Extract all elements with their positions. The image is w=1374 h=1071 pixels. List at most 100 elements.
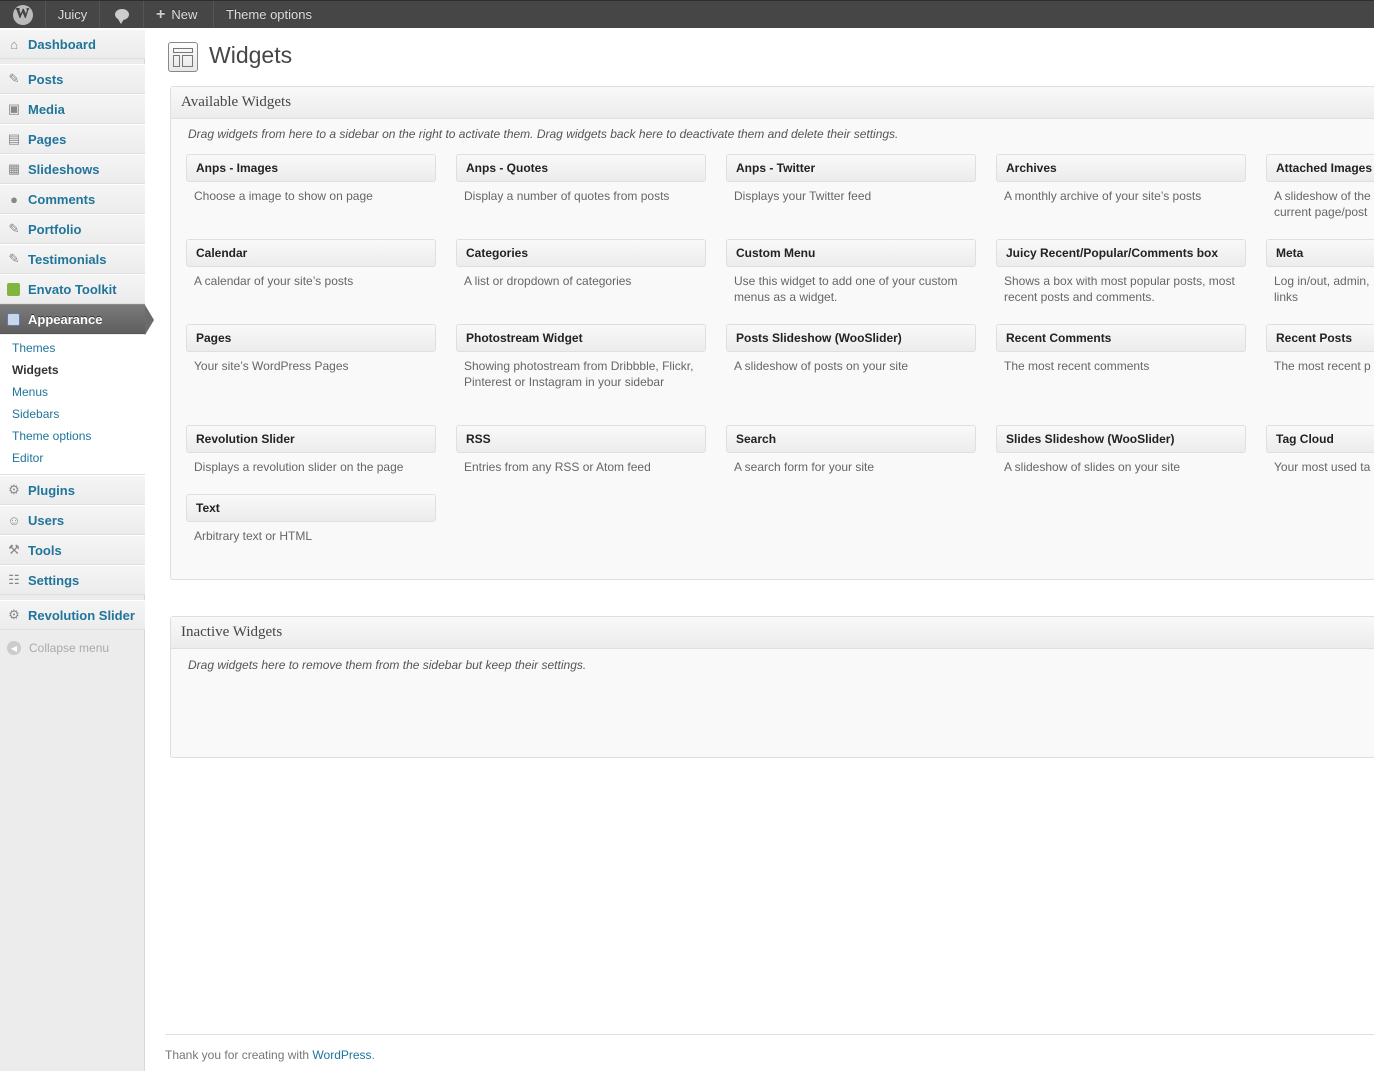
sidebar-item-dashboard[interactable]: ⌂ Dashboard: [0, 29, 145, 59]
inactive-widgets-panel[interactable]: Inactive Widgets Drag widgets here to re…: [170, 616, 1374, 758]
comments-icon: ●: [10, 191, 18, 207]
theme-options-link[interactable]: Theme options: [214, 1, 326, 28]
new-content-button[interactable]: + New: [144, 1, 214, 28]
widget-revolution-slider[interactable]: Revolution Slider Displays a revolution …: [186, 425, 436, 475]
widget-rss[interactable]: RSS Entries from any RSS or Atom feed: [456, 425, 706, 475]
wordpress-link[interactable]: WordPress: [312, 1048, 371, 1062]
widget-title: Tag Cloud: [1276, 432, 1334, 446]
submenu-item-themes[interactable]: Themes: [12, 341, 55, 355]
sidebar-item-comments[interactable]: ● Comments: [0, 184, 145, 214]
users-icon: ☺: [7, 512, 21, 528]
sidebar-item-label: Comments: [28, 191, 96, 207]
sidebar-item-appearance[interactable]: Appearance: [0, 304, 154, 335]
widget-slides-slideshow[interactable]: Slides Slideshow (WooSlider) A slideshow…: [996, 425, 1246, 475]
sidebar-item-label: Envato Toolkit: [28, 281, 117, 297]
sidebar-item-label: Slideshows: [28, 161, 100, 177]
widget-recent-posts[interactable]: Recent Posts The most recent p: [1266, 324, 1374, 374]
widget-description: Your site’s WordPress Pages: [194, 359, 349, 373]
sidebar-item-posts[interactable]: ✎ Posts: [0, 64, 145, 94]
widget-anps-quotes[interactable]: Anps - Quotes Display a number of quotes…: [456, 154, 706, 204]
sidebar-item-label: Portfolio: [28, 221, 82, 237]
widget-text[interactable]: Text Arbitrary text or HTML: [186, 494, 436, 544]
slideshow-icon: ▦: [7, 161, 21, 176]
widget-description: Displays your Twitter feed: [734, 189, 872, 203]
sidebar-item-label: Plugins: [28, 482, 75, 498]
widget-title: Juicy Recent/Popular/Comments box: [1006, 246, 1219, 260]
collapse-arrow-icon: ◀: [7, 641, 21, 655]
widget-categories[interactable]: Categories A list or dropdown of categor…: [456, 239, 706, 289]
comments-button[interactable]: [100, 1, 144, 28]
sidebar-item-label: Tools: [28, 542, 62, 558]
widget-description: A slideshow of posts on your site: [734, 359, 909, 373]
sidebar-item-users[interactable]: ☺ Users: [0, 505, 145, 535]
wordpress-logo-button[interactable]: W: [0, 1, 46, 28]
widget-title: Pages: [196, 331, 232, 345]
widget-posts-slideshow[interactable]: Posts Slideshow (WooSlider) A slideshow …: [726, 324, 976, 374]
available-widgets-header[interactable]: Available Widgets: [171, 87, 1374, 119]
sidebar-item-label: Appearance: [28, 311, 103, 327]
submenu-item-theme-options[interactable]: Theme options: [12, 429, 91, 443]
widget-description: Showing photostream from Dribbble, Flick…: [464, 359, 694, 389]
widget-attached-images[interactable]: Attached Images A slideshow of the curre…: [1266, 154, 1374, 220]
footer-divider: [165, 1034, 1374, 1035]
sidebar-item-media[interactable]: ▣ Media: [0, 94, 145, 124]
available-widgets-title: Available Widgets: [181, 94, 292, 110]
sidebar-item-label: Revolution Slider: [28, 607, 135, 623]
widget-tag-cloud[interactable]: Tag Cloud Your most used ta: [1266, 425, 1374, 475]
plus-icon: +: [156, 5, 166, 23]
widget-pages[interactable]: Pages Your site’s WordPress Pages: [186, 324, 436, 374]
submenu-item-widgets[interactable]: Widgets: [12, 363, 59, 377]
site-name-link[interactable]: Juicy: [46, 1, 100, 28]
widget-description: The most recent p: [1274, 359, 1371, 373]
envato-icon: [7, 282, 20, 296]
submenu-item-editor[interactable]: Editor: [12, 451, 43, 465]
sidebar-item-label: Posts: [28, 71, 64, 87]
widget-description: Choose a image to show on page: [194, 189, 373, 203]
inactive-widgets-title: Inactive Widgets: [181, 624, 283, 640]
submenu-item-menus[interactable]: Menus: [12, 385, 48, 399]
widget-meta[interactable]: Meta Log in/out, admin, links: [1266, 239, 1374, 305]
widget-title: Attached Images: [1276, 161, 1373, 175]
widget-title: RSS: [466, 432, 491, 446]
pin-icon: ✎: [8, 221, 20, 236]
appearance-icon: [7, 312, 20, 326]
widget-description: Displays a revolution slider on the page: [194, 460, 404, 474]
widget-anps-twitter[interactable]: Anps - Twitter Displays your Twitter fee…: [726, 154, 976, 204]
collapse-menu-button[interactable]: ◀ Collapse menu: [0, 638, 145, 658]
widget-custom-menu[interactable]: Custom Menu Use this widget to add one o…: [726, 239, 976, 305]
footer-text: Thank you for creating with WordPress.: [165, 1048, 375, 1062]
media-icon: ▣: [7, 101, 21, 116]
available-widgets-description: Drag widgets from here to a sidebar on t…: [188, 127, 899, 141]
widget-title: Slides Slideshow (WooSlider): [1006, 432, 1175, 446]
sidebar-item-settings[interactable]: ☷ Settings: [0, 565, 145, 595]
submenu-item-sidebars[interactable]: Sidebars: [12, 407, 59, 421]
sidebar-item-label: Dashboard: [28, 36, 96, 52]
widget-anps-images[interactable]: Anps - Images Choose a image to show on …: [186, 154, 436, 204]
widget-calendar[interactable]: Calendar A calendar of your site’s posts: [186, 239, 436, 289]
widget-archives[interactable]: Archives A monthly archive of your site’…: [996, 154, 1246, 204]
gear-icon: ⚙: [8, 607, 20, 622]
sidebar-item-testimonials[interactable]: ✎ Testimonials: [0, 244, 145, 274]
sidebar-item-slideshows[interactable]: ▦ Slideshows: [0, 154, 145, 184]
sidebar-item-envato-toolkit[interactable]: Envato Toolkit: [0, 274, 145, 304]
sidebar-item-revolution-slider[interactable]: ⚙ Revolution Slider: [0, 600, 145, 630]
widget-title: Recent Posts: [1276, 331, 1353, 345]
sidebar-item-label: Settings: [28, 572, 80, 588]
sidebar-item-label: Users: [28, 512, 65, 528]
widget-title: Calendar: [196, 246, 248, 260]
comment-bubble-icon: [114, 9, 129, 24]
widget-recent-comments[interactable]: Recent Comments The most recent comments: [996, 324, 1246, 374]
widget-title: Anps - Quotes: [466, 161, 549, 175]
sidebar-item-portfolio[interactable]: ✎ Portfolio: [0, 214, 145, 244]
widget-juicy-recent-popular-comments[interactable]: Juicy Recent/Popular/Comments box Shows …: [996, 239, 1246, 305]
inactive-widgets-header[interactable]: Inactive Widgets: [171, 617, 1374, 649]
sidebar-item-label: Media: [28, 101, 65, 117]
widget-title: Anps - Twitter: [736, 161, 816, 175]
sidebar-item-pages[interactable]: ▤ Pages: [0, 124, 145, 154]
widget-title: Recent Comments: [1006, 331, 1112, 345]
widget-photostream[interactable]: Photostream Widget Showing photostream f…: [456, 324, 706, 390]
sidebar-item-plugins[interactable]: ⚙ Plugins: [0, 475, 145, 505]
sidebar-item-tools[interactable]: ⚒ Tools: [0, 535, 145, 565]
widget-search[interactable]: Search A search form for your site: [726, 425, 976, 475]
widget-description: Use this widget to add one of your custo…: [734, 274, 958, 304]
